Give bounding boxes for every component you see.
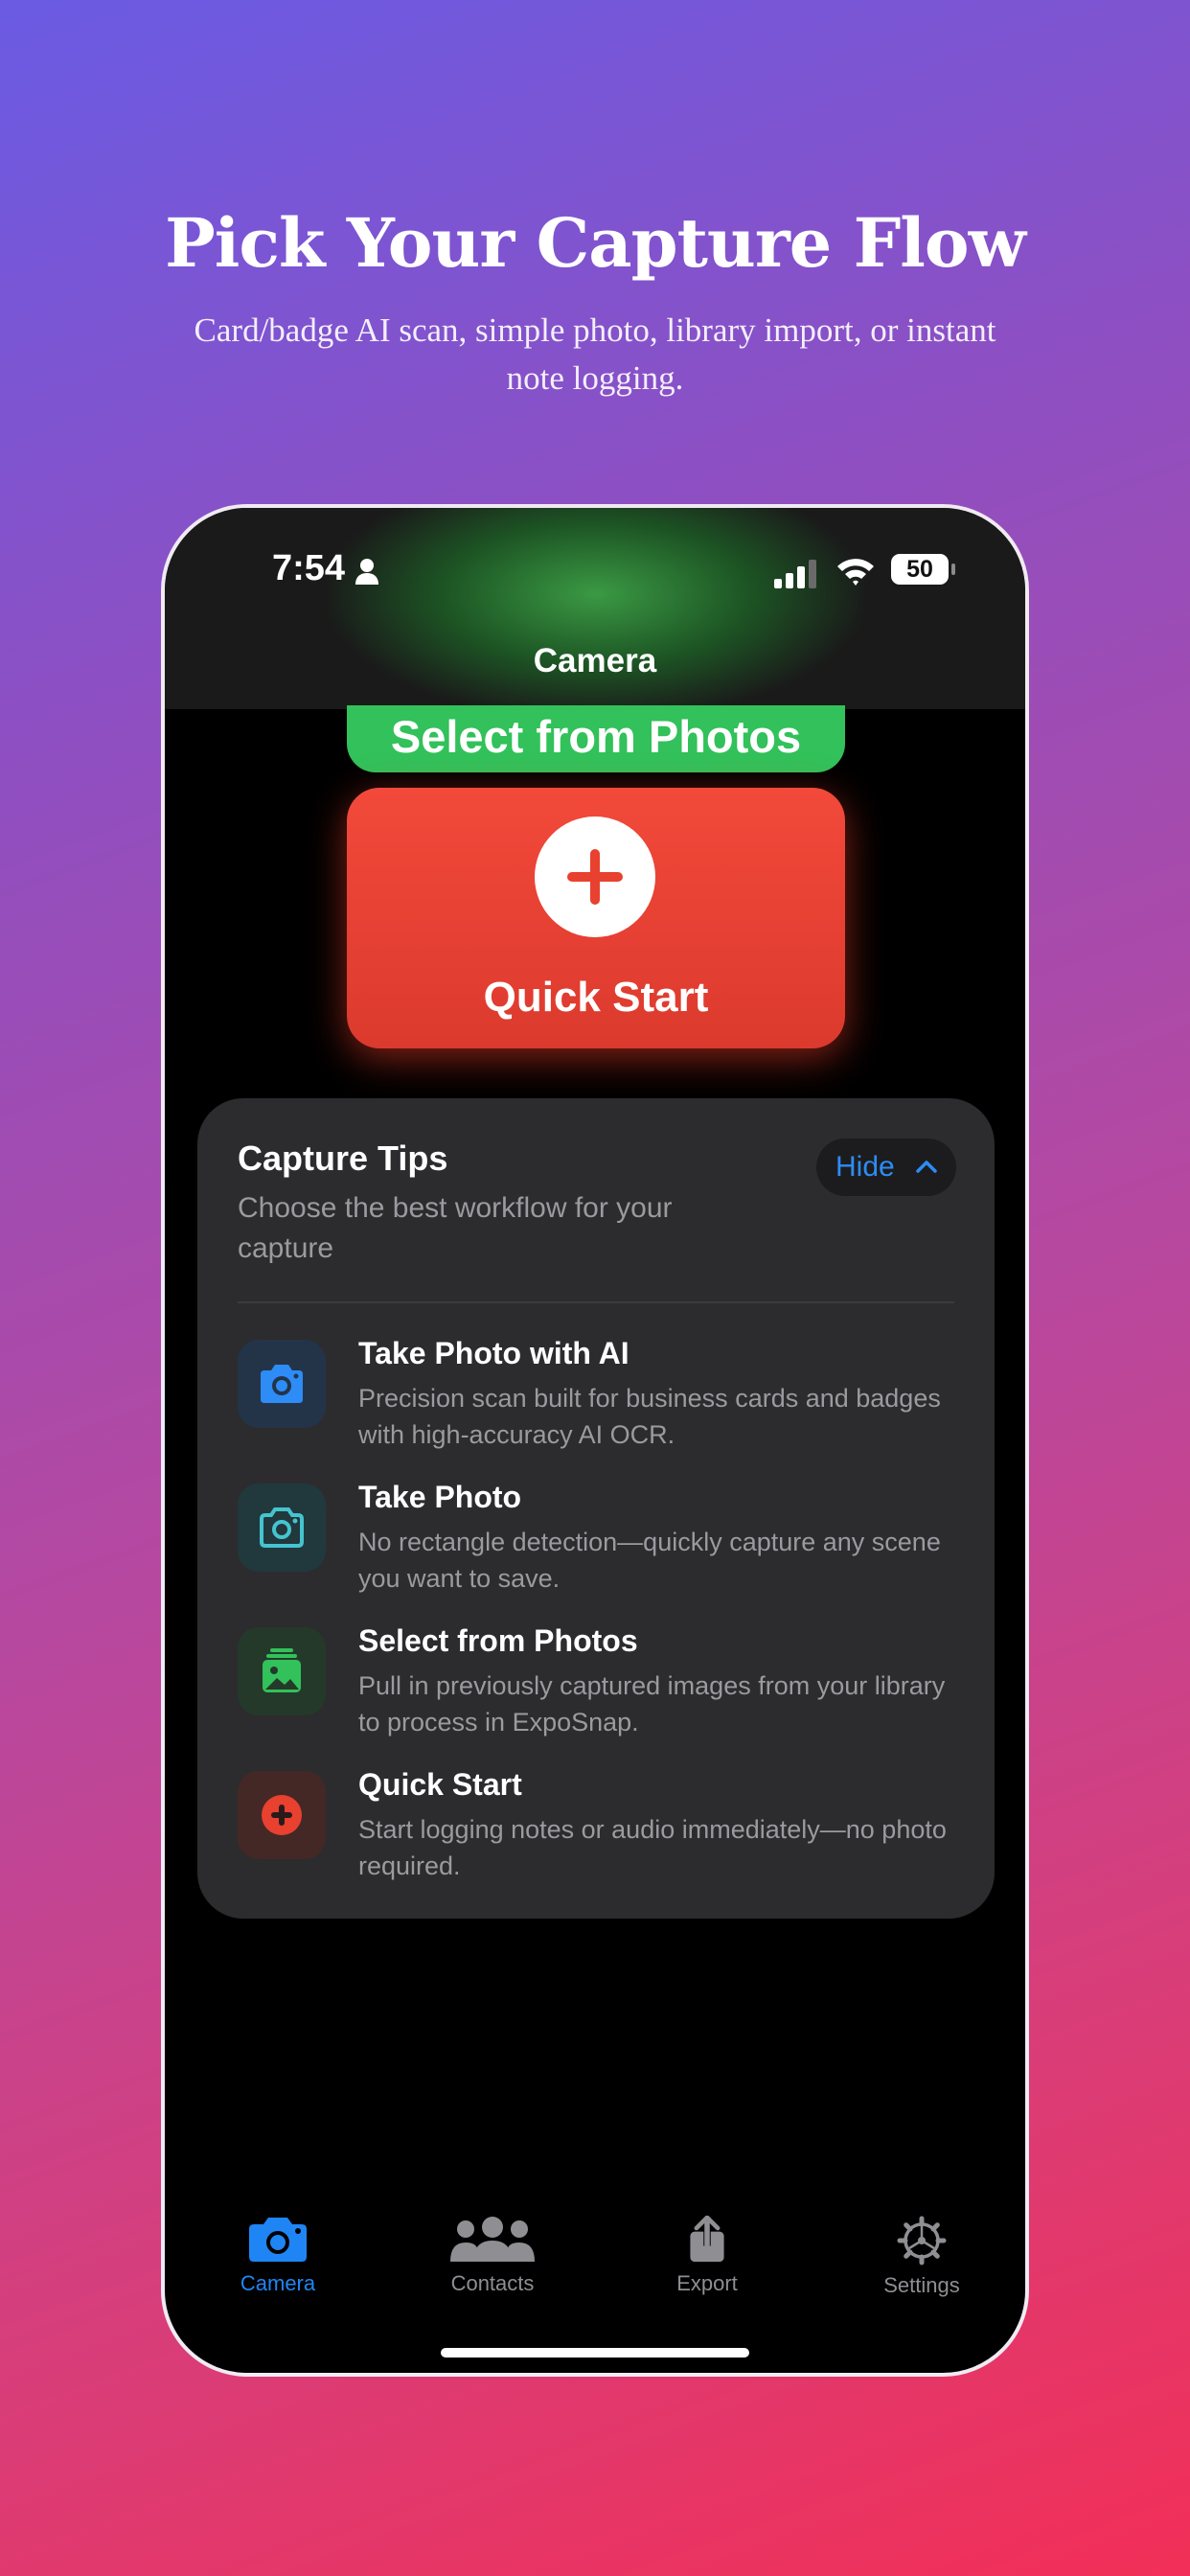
tip-title: Select from Photos	[358, 1623, 638, 1658]
tip-title: Quick Start	[358, 1767, 522, 1802]
tip-item-take-photo-ai[interactable]: Take Photo with AI Precision scan built …	[238, 1336, 966, 1464]
cellular-signal-icon	[774, 560, 816, 588]
person-icon	[355, 559, 378, 585]
tab-contacts[interactable]: Contacts	[416, 2216, 569, 2296]
hide-tips-button[interactable]: Hide	[816, 1138, 956, 1196]
plus-circle-icon	[238, 1771, 326, 1859]
tip-description: No rectangle detection—quickly capture a…	[358, 1528, 941, 1593]
gear-icon	[897, 2216, 947, 2266]
tip-item-select-photos[interactable]: Select from Photos Pull in previously ca…	[238, 1623, 966, 1752]
tab-bar: Camera Contacts Export Settings	[165, 2216, 1025, 2321]
tip-item-take-photo[interactable]: Take Photo No rectangle detection—quickl…	[238, 1480, 966, 1608]
home-indicator[interactable]	[441, 2348, 749, 2358]
battery-level: 50	[906, 556, 933, 583]
hero-title: Pick Your Capture Flow	[165, 203, 1026, 283]
tip-item-quick-start[interactable]: Quick Start Start logging notes or audio…	[238, 1767, 966, 1896]
phone-frame: 7:54 50 Camera Select from Photos Quick …	[161, 504, 1029, 2377]
tab-label: Export	[676, 2271, 738, 2295]
tab-export[interactable]: Export	[630, 2216, 784, 2296]
select-from-photos-button[interactable]: Select from Photos	[347, 705, 845, 772]
plus-icon	[535, 816, 655, 937]
camera-icon	[249, 2218, 307, 2262]
tab-label: Contacts	[450, 2271, 535, 2295]
tip-description: Start logging notes or audio immediately…	[358, 1815, 947, 1880]
tab-label: Settings	[883, 2273, 960, 2297]
capture-tips-card: Capture Tips Choose the best workflow fo…	[197, 1098, 995, 1919]
tip-title: Take Photo	[358, 1480, 522, 1514]
tab-label: Camera	[240, 2271, 316, 2295]
divider	[238, 1301, 954, 1303]
status-bar: 7:54 50	[165, 548, 1025, 606]
chevron-up-icon	[916, 1161, 937, 1173]
hero-subtitle: Card/badge AI scan, simple photo, librar…	[194, 311, 996, 397]
tab-settings[interactable]: Settings	[845, 2216, 998, 2298]
tip-title: Take Photo with AI	[358, 1336, 629, 1370]
share-icon	[690, 2216, 724, 2263]
photo-library-icon	[238, 1627, 326, 1715]
quick-start-button[interactable]: Quick Start	[347, 788, 845, 1048]
camera-outline-icon	[238, 1484, 326, 1572]
tab-camera[interactable]: Camera	[201, 2216, 355, 2296]
nav-title: Camera	[533, 642, 657, 679]
tips-subtitle: Choose the best workflow for your captur…	[238, 1192, 673, 1264]
wifi-icon	[837, 559, 874, 586]
hide-label: Hide	[835, 1151, 895, 1183]
battery-indicator: 50	[891, 554, 955, 585]
tips-title: Capture Tips	[238, 1138, 448, 1178]
quick-start-label: Quick Start	[483, 974, 709, 1021]
camera-filled-icon	[238, 1340, 326, 1428]
tip-description: Pull in previously captured images from …	[358, 1671, 946, 1736]
tip-description: Precision scan built for business cards …	[358, 1384, 941, 1449]
status-time: 7:54	[272, 548, 346, 588]
people-icon	[450, 2217, 535, 2262]
